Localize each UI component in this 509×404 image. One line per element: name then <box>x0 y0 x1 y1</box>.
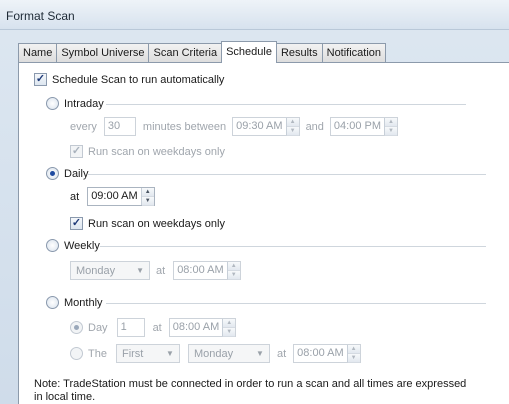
weekly-day-select[interactable]: Monday ▼ <box>70 261 150 280</box>
spin-arrows-icon[interactable]: ▲ ▼ <box>285 118 299 136</box>
monthly-the-time: 08:00 AM <box>297 347 344 359</box>
monthly-day-label: Day <box>88 321 108 334</box>
intraday-weekdays-row[interactable]: Run scan on weekdays only <box>70 145 225 158</box>
intraday-end-time: 04:00 PM <box>333 120 382 132</box>
monthly-divider <box>106 303 486 304</box>
monthly-the-at-label: at <box>276 347 287 360</box>
tab-notification[interactable]: Notification <box>321 43 387 63</box>
monthly-weekday: Monday <box>193 347 234 360</box>
monthly-ordinal-select[interactable]: First ▼ <box>115 344 180 363</box>
intraday-weekdays-checkbox[interactable] <box>70 145 83 158</box>
weekly-time: 08:00 AM <box>177 264 224 276</box>
intraday-label: Intraday <box>64 97 104 110</box>
weekly-time-row: Monday ▼ at 08:00 AM ▲ ▼ <box>70 261 241 280</box>
monthly-day-input[interactable]: 1 <box>116 318 145 337</box>
tab-schedule[interactable]: Schedule <box>221 41 277 63</box>
daily-radio[interactable] <box>46 167 59 180</box>
weekly-radio-row[interactable]: Weekly <box>46 239 100 252</box>
intraday-radio-row[interactable]: Intraday <box>46 97 104 110</box>
weekly-day: Monday <box>76 264 116 277</box>
window-title: Format Scan <box>6 9 75 23</box>
daily-divider <box>88 174 486 175</box>
monthly-day-time-spinner[interactable]: 08:00 AM ▲ ▼ <box>168 318 237 337</box>
schedule-auto-checkbox[interactable] <box>34 73 47 86</box>
intraday-divider <box>106 104 466 105</box>
every-label: every <box>70 120 97 133</box>
schedule-auto-row[interactable]: Schedule Scan to run automatically <box>34 73 224 86</box>
weekly-radio[interactable] <box>46 239 59 252</box>
daily-weekdays-label: Run scan on weekdays only <box>88 217 225 230</box>
daily-weekdays-checkbox[interactable] <box>70 217 83 230</box>
intraday-start-time: 09:30 AM <box>236 120 283 132</box>
tab-name[interactable]: Name <box>18 43 58 63</box>
chevron-down-icon: ▼ <box>166 349 174 358</box>
monthly-the-label: The <box>88 347 107 360</box>
intraday-end-time-spinner[interactable]: 04:00 PM ▲ ▼ <box>329 117 399 136</box>
daily-at-label: at <box>70 190 80 203</box>
and-label: and <box>305 120 324 133</box>
spin-arrows-icon[interactable]: ▲ ▼ <box>140 188 154 206</box>
monthly-radio[interactable] <box>46 296 59 309</box>
monthly-weekday-select[interactable]: Monday ▼ <box>187 344 270 363</box>
connection-note: Note: TradeStation must be connected in … <box>34 378 467 403</box>
monthly-day-radio[interactable] <box>70 321 83 334</box>
daily-time: 09:00 AM <box>91 190 138 202</box>
weekly-label: Weekly <box>64 239 100 252</box>
monthly-the-time-spinner[interactable]: 08:00 AM ▲ ▼ <box>293 344 361 363</box>
daily-label: Daily <box>64 167 89 180</box>
every-minutes-input[interactable]: 30 <box>103 117 136 136</box>
intraday-radio[interactable] <box>46 97 59 110</box>
monthly-ordinal: First <box>121 347 144 360</box>
monthly-day-at-label: at <box>152 321 162 334</box>
chevron-down-icon: ▼ <box>256 349 264 358</box>
daily-weekdays-row[interactable]: Run scan on weekdays only <box>70 217 225 230</box>
monthly-day-row: Day 1 at 08:00 AM ▲ ▼ <box>70 318 237 337</box>
daily-radio-row[interactable]: Daily <box>46 167 88 180</box>
monthly-day-time: 08:00 AM <box>172 321 220 333</box>
spin-arrows-icon[interactable]: ▲ ▼ <box>226 262 240 280</box>
spin-arrows-icon[interactable]: ▲ ▼ <box>384 118 398 136</box>
intraday-every-row: every 30 minutes between 09:30 AM ▲ ▼ and… <box>70 117 399 136</box>
tab-results[interactable]: Results <box>275 43 323 63</box>
monthly-the-radio[interactable] <box>70 347 83 360</box>
spin-arrows-icon[interactable]: ▲ ▼ <box>222 319 236 337</box>
intraday-start-time-spinner[interactable]: 09:30 AM ▲ ▼ <box>232 117 300 136</box>
tab-symbol-universe[interactable]: Symbol Universe <box>56 43 150 63</box>
weekly-time-spinner[interactable]: 08:00 AM ▲ ▼ <box>173 261 241 280</box>
monthly-label: Monthly <box>64 296 103 309</box>
spin-arrows-icon[interactable]: ▲ ▼ <box>346 345 360 363</box>
daily-time-row: at 09:00 AM ▲ ▼ <box>70 187 155 206</box>
schedule-auto-label: Schedule Scan to run automatically <box>52 73 225 86</box>
weekly-at-label: at <box>156 264 166 277</box>
tab-scan-criteria[interactable]: Scan Criteria <box>148 43 223 63</box>
monthly-the-row: The First ▼ Monday ▼ at 08:00 AM ▲ ▼ <box>70 344 361 363</box>
title-bar: Format Scan <box>0 0 509 30</box>
tab-strip: Name Symbol Universe Scan Criteria Sched… <box>18 41 387 63</box>
intraday-weekdays-label: Run scan on weekdays only <box>88 145 225 158</box>
weekly-divider <box>100 246 486 247</box>
minutes-between-label: minutes between <box>142 120 227 133</box>
monthly-radio-row[interactable]: Monthly <box>46 296 103 309</box>
daily-time-spinner[interactable]: 09:00 AM ▲ ▼ <box>87 187 155 206</box>
chevron-down-icon: ▼ <box>136 266 144 275</box>
format-scan-window: Format Scan Name Symbol Universe Scan Cr… <box>0 0 509 404</box>
